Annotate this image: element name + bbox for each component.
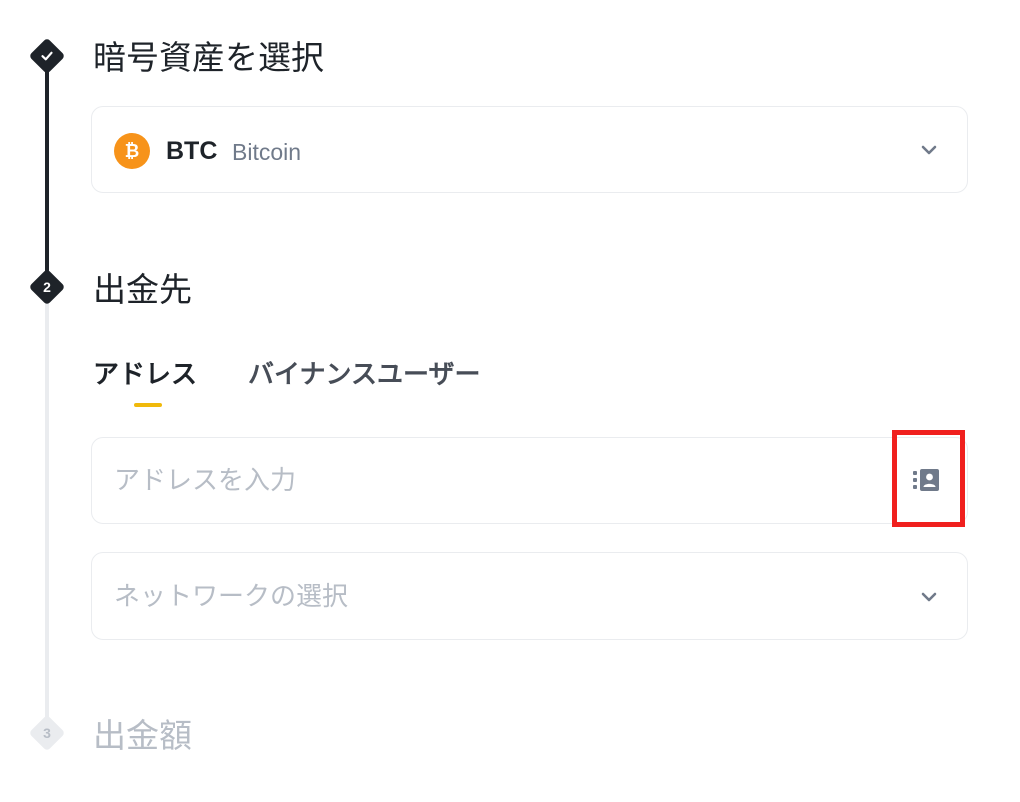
svg-text:₿: ₿ (125, 141, 140, 161)
tab-address[interactable]: アドレス (93, 355, 197, 395)
timeline-line-completed (45, 60, 49, 292)
chevron-down-icon[interactable] (917, 585, 941, 609)
address-field (91, 437, 968, 524)
network-select[interactable]: ネットワークの選択 (91, 552, 968, 640)
step-2-title: 出金先 (93, 270, 192, 309)
step-3-title: 出金額 (93, 716, 192, 755)
step-1-marker (28, 37, 66, 75)
network-placeholder: ネットワークの選択 (114, 582, 349, 612)
bitcoin-icon: ₿ (114, 133, 150, 169)
active-tab-indicator (134, 403, 162, 407)
chevron-down-icon[interactable] (917, 138, 941, 162)
step-3-number: 3 (43, 725, 51, 741)
timeline-line-pending (45, 292, 49, 734)
highlight-box (892, 430, 965, 527)
coin-symbol: BTC (166, 137, 218, 165)
tab-binance-user[interactable]: バイナンスユーザー (248, 355, 480, 395)
address-input[interactable] (92, 438, 872, 523)
check-icon (41, 51, 53, 61)
step-1-title: 暗号資産を選択 (93, 38, 324, 77)
step-2-marker: 2 (28, 268, 66, 306)
step-2-number: 2 (43, 279, 51, 295)
coin-select[interactable]: ₿ BTC Bitcoin (91, 106, 968, 193)
coin-name: Bitcoin (232, 139, 302, 165)
step-3-marker: 3 (28, 714, 66, 752)
